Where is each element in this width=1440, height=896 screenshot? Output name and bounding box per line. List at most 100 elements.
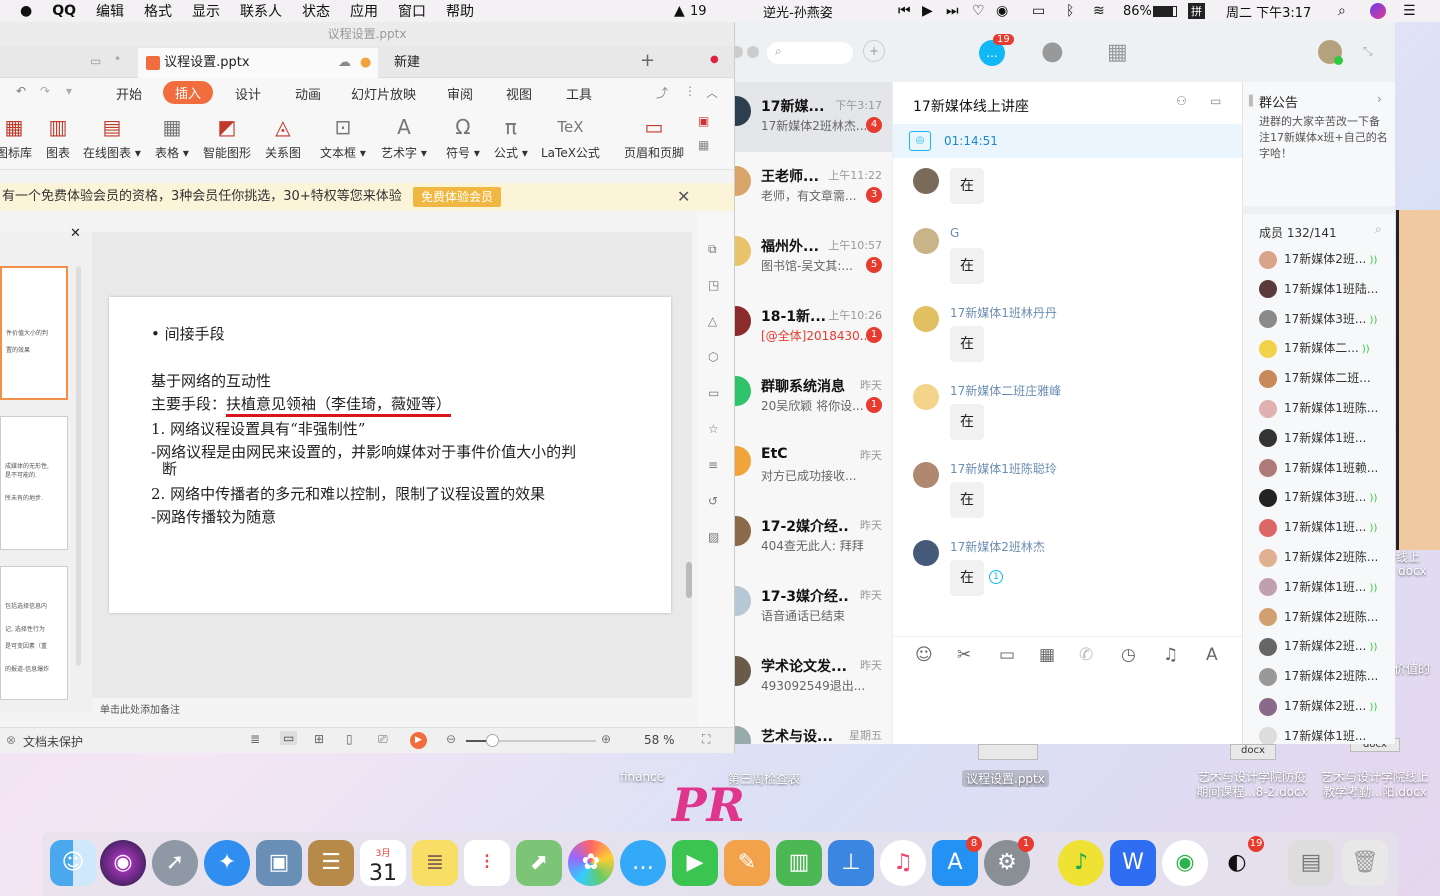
message-bubble[interactable]: 在 (950, 168, 984, 204)
tab-document[interactable]: 议程设置.pptx ☁ ● (138, 48, 378, 78)
tool-icon-7[interactable]: ≡ (708, 458, 718, 472)
message-bubble[interactable]: 在 (950, 326, 984, 362)
zoom-level[interactable]: 58 % (644, 733, 675, 747)
calendar-icon[interactable]: 3月 31 (360, 840, 406, 886)
apple-icon[interactable]: ● (20, 3, 32, 19)
conversation-item[interactable]: 17-3媒介经... 昨天 语音通话已结束 (735, 572, 892, 642)
now-playing[interactable]: 逆光-孙燕姿 (763, 2, 833, 21)
member-item[interactable]: 17新媒体2班... )) (1259, 697, 1394, 719)
desktop-file-pptx-thumb[interactable] (978, 744, 1038, 760)
keynote-icon[interactable]: ⊥ (828, 840, 874, 886)
zoom-slider[interactable] (466, 734, 596, 747)
conversation-item[interactable]: EtC 昨天 对方已成功接收... (735, 432, 892, 502)
image-icon[interactable]: ▨ (708, 530, 719, 544)
tool-icon-2[interactable]: ◳ (708, 278, 719, 292)
message-bubble[interactable]: 在 (950, 404, 984, 440)
call-bar[interactable]: ◎ 01:14:51 (893, 124, 1243, 158)
contacts-tab-icon[interactable]: ● (1041, 36, 1064, 66)
member-item[interactable]: 17新媒体二... )) (1259, 339, 1394, 361)
menu-tab-slideshow[interactable]: 幻灯片放映 (351, 84, 416, 103)
facetime-icon[interactable]: ▶ (672, 840, 718, 886)
member-item[interactable]: 17新媒体1班... )) (1259, 578, 1394, 600)
menu-tab-tools[interactable]: 工具 (566, 84, 592, 103)
slide-thumbnail-3[interactable]: 包括选择信息内 记, 选择性行为 是可变因素（重 的报道-信息爆炸 (0, 566, 68, 700)
textbox-button[interactable]: ⊡ 文本框 ▾ (320, 114, 366, 161)
screenshot-icon[interactable]: ✂ (957, 645, 971, 665)
shake-icon[interactable]: ▦ (1039, 645, 1055, 665)
finder-icon[interactable]: ☺ (50, 840, 96, 886)
wechat-icon[interactable]: ◉ (1162, 840, 1208, 886)
pages-icon[interactable]: ✎ (724, 840, 770, 886)
tab-new[interactable]: 新建 (386, 48, 420, 78)
messages-dock-icon[interactable]: … (620, 840, 666, 886)
relation-graph-button[interactable]: ◬ 关系图 (265, 114, 301, 161)
window-min-dot[interactable] (747, 46, 759, 58)
protect-status[interactable]: 文档未保护 (23, 733, 83, 750)
sender-avatar[interactable] (913, 228, 939, 254)
menu-tab-review[interactable]: 审阅 (447, 84, 473, 103)
slide-thumbnail-2[interactable]: 成媒体的无形性, 是不可能的. 所未有的地步. (0, 416, 68, 550)
menu-view[interactable]: 显示 (192, 1, 220, 21)
shrink-icon[interactable]: ⤡ (1363, 44, 1373, 59)
window-close-dot[interactable] (735, 46, 743, 58)
member-item[interactable]: 17新媒体2班陈... (1259, 608, 1394, 630)
conversation-item[interactable]: 福州外... 上午10:57 图书馆-吴文其:... 5 (735, 222, 892, 292)
smart-graphic-button[interactable]: ◩ 智能图形 (203, 114, 251, 161)
word-art-button[interactable]: A 艺术字 ▾ (381, 114, 427, 161)
notice-title[interactable]: 群公告 (1259, 92, 1298, 111)
member-item[interactable]: 17新媒体1班... )) (1259, 518, 1394, 540)
desktop-label-partial-2[interactable]: docx (1398, 564, 1427, 578)
cloud-icon[interactable]: ☁ (338, 48, 351, 78)
reading-view-icon[interactable]: ▯ (346, 732, 353, 746)
more-quick-icon[interactable]: ▾ (66, 84, 72, 98)
message-bubble[interactable]: 在 (950, 560, 984, 596)
redo-icon[interactable]: ↷ (40, 84, 50, 98)
qq-dock-icon[interactable]: ◐ 19 (1214, 836, 1264, 886)
menu-apps[interactable]: 应用 (350, 1, 378, 21)
folder-icon[interactable]: ▭ (999, 645, 1015, 665)
bluetooth-icon[interactable]: ᛒ (1066, 3, 1074, 19)
desktop-label-pptx[interactable]: 议程设置.pptx (962, 770, 1049, 787)
input-method-icon[interactable]: 拼 (1188, 3, 1205, 19)
tool-icon-3[interactable]: △ (708, 314, 717, 328)
latex-button[interactable]: TeX LaTeX公式 (541, 114, 600, 161)
menu-tab-animation[interactable]: 动画 (295, 84, 321, 103)
play-slideshow-icon[interactable]: ▶ (410, 732, 427, 749)
spotlight-icon[interactable]: ⌕ (1338, 3, 1346, 19)
menu-window[interactable]: 窗口 (398, 1, 426, 21)
safari-icon[interactable]: ✦ (204, 840, 250, 886)
current-slide[interactable]: • 间接手段 基于网络的互动性 主要手段：扶植意见领袖（李佳琦，薇娅等） 1. … (109, 297, 671, 613)
zoom-out-icon[interactable]: ⊖ (446, 732, 456, 746)
free-trial-button[interactable]: 免费体验会员 (413, 187, 502, 207)
reminders-icon[interactable]: ⁝ (464, 840, 510, 886)
member-item[interactable]: 17新媒体3班... )) (1259, 488, 1394, 510)
music-dock-icon[interactable]: ♫ (880, 840, 926, 886)
desktop-file-docx-1[interactable]: docx (1230, 744, 1276, 760)
side-collapse-icon[interactable]: ▐ (1245, 96, 1253, 107)
bell-icon[interactable]: ♫ (1163, 645, 1178, 665)
notice-chevron-icon[interactable]: › (1377, 92, 1382, 106)
member-item[interactable]: 17新媒体1班... (1259, 727, 1394, 744)
member-item[interactable]: 17新媒体2班... )) (1259, 637, 1394, 659)
conversation-item[interactable]: 艺术与设... 星期五 (735, 712, 892, 744)
conversation-item[interactable]: 17新媒... 下午3:17 17新媒体2班林杰... 4 (735, 82, 892, 152)
pin-icon[interactable]: ● (710, 54, 719, 65)
launchpad-icon[interactable]: ➚ (152, 840, 198, 886)
conversation-item[interactable]: 学术论文发... 昨天 493092549退出... (735, 642, 892, 712)
trash-icon[interactable]: 🗑 (1342, 840, 1388, 886)
conversation-item[interactable]: 17-2媒介经... 昨天 404查无此人: 拜拜 (735, 502, 892, 572)
qq-music-icon[interactable]: ♪ (1058, 840, 1104, 886)
symbol-button[interactable]: Ω 符号 ▾ (446, 114, 480, 161)
next-track-icon[interactable]: ⏭ (946, 3, 959, 19)
add-tab-icon[interactable]: + (640, 50, 655, 71)
menu-edit[interactable]: 编辑 (96, 1, 124, 21)
sender-name[interactable]: 17新媒体1班陈聪玲 (950, 460, 1057, 477)
protect-icon[interactable]: ⊗ (6, 733, 16, 747)
sender-avatar[interactable] (913, 306, 939, 332)
banner-close-icon[interactable]: ✕ (677, 183, 690, 211)
qq-status-icon[interactable]: ▲ (674, 3, 685, 19)
notes-icon[interactable]: ≣ (412, 840, 458, 886)
share-icon[interactable]: ⤴ (656, 84, 668, 101)
group-files-icon[interactable]: ▭ (1210, 94, 1221, 108)
notes-toggle-icon[interactable]: ≣ (250, 732, 260, 746)
